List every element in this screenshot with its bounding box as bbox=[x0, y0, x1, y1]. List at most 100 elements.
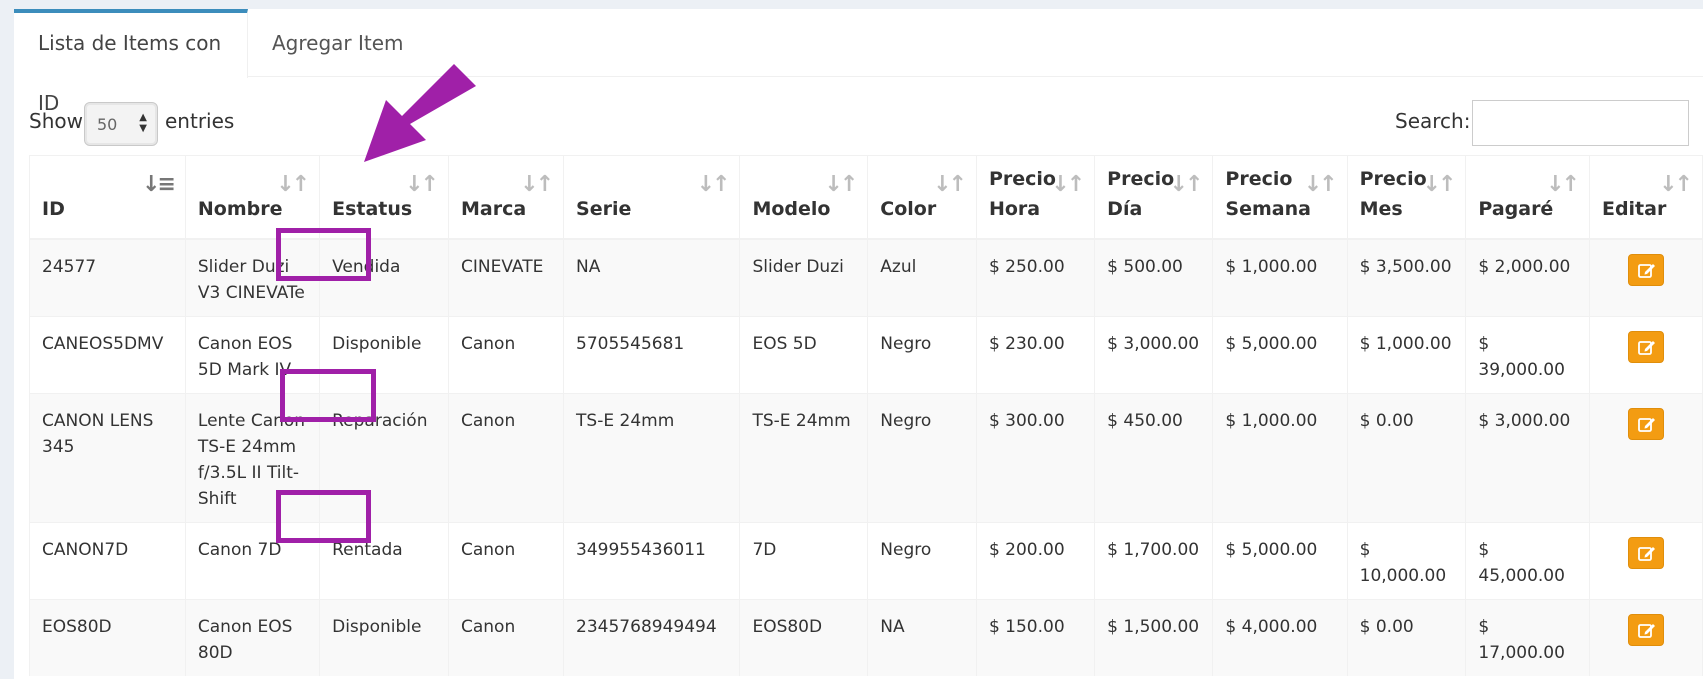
highlight-box-vendida bbox=[276, 228, 371, 281]
table-controls: Show 50 ▲ ▼ entries Search: bbox=[14, 91, 1703, 147]
entries-select-value: 50 bbox=[97, 115, 118, 134]
sort-icon[interactable]: ↓↑ bbox=[1170, 170, 1204, 200]
cell-dia: $ 500.00 bbox=[1094, 238, 1214, 316]
cell-mes: $ 3,500.00 bbox=[1347, 238, 1467, 316]
cell-modelo: Slider Duzi bbox=[739, 238, 869, 316]
column-header-modelo[interactable]: Modelo ↓↑ bbox=[739, 155, 869, 240]
sort-icon[interactable]: ↓↑ bbox=[933, 170, 967, 200]
sort-icon[interactable]: ↓↑ bbox=[1423, 170, 1457, 200]
edit-icon bbox=[1638, 417, 1655, 432]
select-arrows-icon: ▲ ▼ bbox=[139, 112, 147, 134]
sort-icon[interactable]: ↓↑ bbox=[1659, 170, 1693, 200]
sort-ascending-icon[interactable]: ↓≡ bbox=[142, 170, 176, 200]
tab-lista-items[interactable]: Lista de Items con ID bbox=[14, 9, 248, 115]
edit-icon bbox=[1638, 263, 1655, 278]
sort-icon[interactable]: ↓↑ bbox=[276, 170, 310, 200]
tab-bar: Lista de Items con ID Agregar Item bbox=[14, 9, 1703, 115]
column-header-id[interactable]: ID ↓≡ bbox=[29, 155, 186, 240]
cell-color: NA bbox=[867, 598, 977, 676]
cell-dia: $ 1,700.00 bbox=[1094, 521, 1214, 599]
edit-button[interactable] bbox=[1627, 253, 1664, 286]
cell-nombre: Canon EOS 80D bbox=[185, 598, 321, 676]
cell-color: Azul bbox=[867, 238, 977, 316]
cell-serie: 349955436011 bbox=[563, 521, 741, 599]
cell-pagare: $ 17,000.00 bbox=[1465, 598, 1590, 676]
table-header-row: ID ↓≡ Nombre ↓↑ Estatus ↓↑ Marca ↓↑ Serie ↓↑ Model… bbox=[29, 155, 1703, 240]
sort-icon[interactable]: ↓↑ bbox=[824, 170, 858, 200]
main-panel: Lista de Items con ID Agregar Item Show … bbox=[14, 9, 1703, 679]
cell-serie: 2345768949494 bbox=[563, 598, 741, 676]
edit-icon bbox=[1638, 340, 1655, 355]
column-header-editar[interactable]: Editar ↓↑ bbox=[1589, 155, 1703, 240]
cell-modelo: EOS80D bbox=[739, 598, 869, 676]
edit-button[interactable] bbox=[1627, 613, 1664, 646]
entries-label: entries bbox=[165, 109, 235, 133]
cell-hora: $ 250.00 bbox=[976, 238, 1096, 316]
cell-pagare: $ 3,000.00 bbox=[1465, 392, 1590, 522]
cell-dia: $ 450.00 bbox=[1094, 392, 1214, 522]
sort-icon[interactable]: ↓↑ bbox=[1051, 170, 1085, 200]
column-header-nombre[interactable]: Nombre ↓↑ bbox=[185, 155, 321, 240]
cell-serie: 5705545681 bbox=[563, 315, 741, 393]
cell-hora: $ 300.00 bbox=[976, 392, 1096, 522]
cell-hora: $ 230.00 bbox=[976, 315, 1096, 393]
highlight-box-rentada bbox=[276, 490, 371, 543]
column-header-serie[interactable]: Serie ↓↑ bbox=[563, 155, 741, 240]
cell-editar bbox=[1589, 315, 1703, 393]
sort-icon[interactable]: ↓↑ bbox=[520, 170, 554, 200]
cell-id: CANON LENS 345 bbox=[29, 392, 186, 522]
cell-modelo: 7D bbox=[739, 521, 869, 599]
entries-select[interactable]: 50 ▲ ▼ bbox=[84, 102, 158, 146]
cell-id: 24577 bbox=[29, 238, 186, 316]
cell-dia: $ 3,000.00 bbox=[1094, 315, 1214, 393]
cell-dia: $ 1,500.00 bbox=[1094, 598, 1214, 676]
cell-semana: $ 5,000.00 bbox=[1212, 521, 1348, 599]
cell-pagare: $ 39,000.00 bbox=[1465, 315, 1590, 393]
cell-serie: TS-E 24mm bbox=[563, 392, 741, 522]
cell-mes: $ 10,000.00 bbox=[1347, 521, 1467, 599]
cell-color: Negro bbox=[867, 392, 977, 522]
cell-pagare: $ 45,000.00 bbox=[1465, 521, 1590, 599]
sort-icon[interactable]: ↓↑ bbox=[697, 170, 731, 200]
search-input[interactable] bbox=[1472, 100, 1689, 146]
column-header-precio-dia[interactable]: Precio Día ↓↑ bbox=[1094, 155, 1214, 240]
cell-hora: $ 150.00 bbox=[976, 598, 1096, 676]
cell-color: Negro bbox=[867, 315, 977, 393]
column-header-precio-mes[interactable]: Precio Mes ↓↑ bbox=[1347, 155, 1467, 240]
cell-semana: $ 4,000.00 bbox=[1212, 598, 1348, 676]
cell-editar bbox=[1589, 392, 1703, 522]
cell-mes: $ 0.00 bbox=[1347, 392, 1467, 522]
edit-icon bbox=[1638, 546, 1655, 561]
cell-modelo: TS-E 24mm bbox=[739, 392, 869, 522]
sort-icon[interactable]: ↓↑ bbox=[1304, 170, 1338, 200]
column-header-precio-hora[interactable]: Precio Hora ↓↑ bbox=[976, 155, 1096, 240]
show-label: Show bbox=[29, 109, 83, 133]
cell-id: CANON7D bbox=[29, 521, 186, 599]
sort-icon[interactable]: ↓↑ bbox=[1546, 170, 1580, 200]
edit-button[interactable] bbox=[1627, 536, 1664, 569]
cell-editar bbox=[1589, 238, 1703, 316]
edit-button[interactable] bbox=[1627, 407, 1664, 440]
cell-marca: Canon bbox=[448, 598, 565, 676]
search-label: Search: bbox=[1395, 109, 1471, 133]
cell-color: Negro bbox=[867, 521, 977, 599]
cell-marca: Canon bbox=[448, 392, 565, 522]
cell-editar bbox=[1589, 598, 1703, 676]
column-header-precio-semana[interactable]: Precio Semana ↓↑ bbox=[1212, 155, 1348, 240]
annotation-arrow-icon bbox=[364, 64, 476, 162]
cell-semana: $ 1,000.00 bbox=[1212, 238, 1348, 316]
column-header-color[interactable]: Color ↓↑ bbox=[867, 155, 977, 240]
cell-modelo: EOS 5D bbox=[739, 315, 869, 393]
cell-mes: $ 1,000.00 bbox=[1347, 315, 1467, 393]
column-header-pagare[interactable]: Pagaré ↓↑ bbox=[1465, 155, 1590, 240]
cell-semana: $ 1,000.00 bbox=[1212, 392, 1348, 522]
edit-icon bbox=[1638, 623, 1655, 638]
cell-semana: $ 5,000.00 bbox=[1212, 315, 1348, 393]
cell-id: EOS80D bbox=[29, 598, 186, 676]
cell-pagare: $ 2,000.00 bbox=[1465, 238, 1590, 316]
table-row: EOS80D Canon EOS 80D Disponible Canon 234576… bbox=[29, 598, 1703, 676]
cell-marca: Canon bbox=[448, 315, 565, 393]
cell-estatus: Disponible bbox=[319, 598, 449, 676]
sort-icon[interactable]: ↓↑ bbox=[405, 170, 439, 200]
edit-button[interactable] bbox=[1627, 330, 1664, 363]
